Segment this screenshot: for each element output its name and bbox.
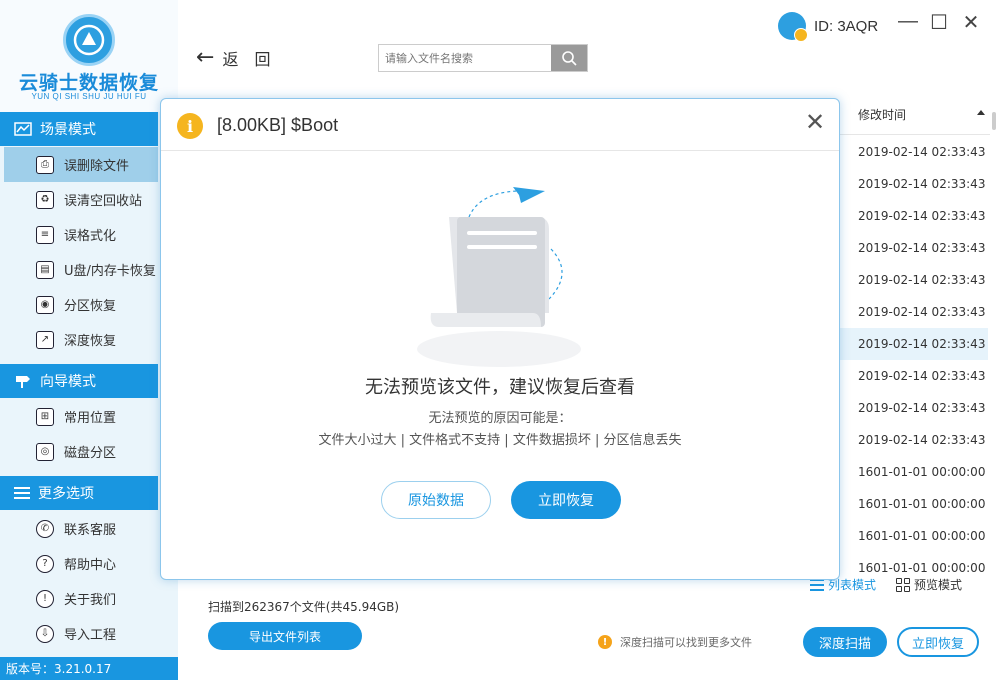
close-icon[interactable]: ✕ (805, 111, 825, 135)
version-label: 版本号：3.21.0.17 (0, 657, 178, 680)
unpreviewable-document-illustration (417, 187, 581, 367)
table-row[interactable]: 1601-01-01 00:00:00 (840, 488, 988, 520)
preview-dialog: i [8.00KB] $Boot ✕ 无法预览该文件，建议恢复后查看 无法预览的… (160, 98, 840, 580)
sidebar-item-label: 关于我们 (64, 593, 117, 608)
table-row[interactable]: 1601-01-01 00:00:00 (840, 456, 988, 488)
table-row-selected[interactable]: 2019-02-14 02:33:43 (840, 328, 988, 360)
hint-text: 深度扫描可以找到更多文件 (620, 636, 752, 649)
table-row[interactable]: 2019-02-14 02:33:43 (840, 392, 988, 424)
deep-scan-button[interactable]: 深度扫描 (803, 627, 887, 657)
export-file-list-button[interactable]: 导出文件列表 (208, 622, 362, 650)
table-row[interactable]: 2019-02-14 02:33:43 (840, 200, 988, 232)
reason-list: 文件大小过大 | 文件格式不支持 | 文件数据损坏 | 分区信息丢失 (318, 433, 682, 448)
warning-icon: ! (598, 635, 612, 649)
table-row[interactable]: 2019-02-14 02:33:43 (840, 136, 988, 168)
sidebar-item-about[interactable]: ! 关于我们 (4, 581, 158, 616)
dialog-header: i [8.00KB] $Boot ✕ (161, 99, 839, 151)
table-row[interactable]: 2019-02-14 02:33:43 (840, 168, 988, 200)
about-icon: ! (36, 589, 54, 608)
list-icon (810, 578, 824, 591)
table-row[interactable]: 2019-02-14 02:33:43 (840, 232, 988, 264)
unpreviewable-message: 无法预览该文件，建议恢复后查看 (365, 377, 635, 398)
preview-mode-button[interactable]: 预览模式 (896, 576, 962, 593)
raw-data-button[interactable]: 原始数据 (381, 481, 491, 519)
info-icon: i (177, 113, 203, 139)
table-row[interactable]: 1601-01-01 00:00:00 (840, 552, 988, 572)
deep-scan-hint: ! 深度扫描可以找到更多文件 (598, 634, 752, 650)
table-row[interactable]: 2019-02-14 02:33:43 (840, 264, 988, 296)
table-row[interactable]: 1601-01-01 00:00:00 (840, 520, 988, 552)
reason-heading: 无法预览的原因可能是： (428, 411, 572, 426)
table-row[interactable]: 2019-02-14 02:33:43 (840, 360, 988, 392)
preview-mode-label: 预览模式 (914, 578, 963, 592)
table-row[interactable]: 2019-02-14 02:33:43 (840, 424, 988, 456)
import-icon: ⇩ (36, 624, 54, 643)
dialog-title: [8.00KB] $Boot (217, 115, 339, 135)
sidebar-item-import[interactable]: ⇩ 导入工程 (4, 616, 158, 651)
table-row[interactable]: 2019-02-14 02:33:43 (840, 296, 988, 328)
grid-icon (896, 577, 911, 592)
sidebar-item-label: 导入工程 (64, 628, 117, 643)
recover-now-button[interactable]: 立即恢复 (897, 627, 979, 657)
scan-summary: 扫描到262367个文件(共45.94GB) (208, 600, 400, 614)
dialog-recover-button[interactable]: 立即恢复 (511, 481, 621, 519)
